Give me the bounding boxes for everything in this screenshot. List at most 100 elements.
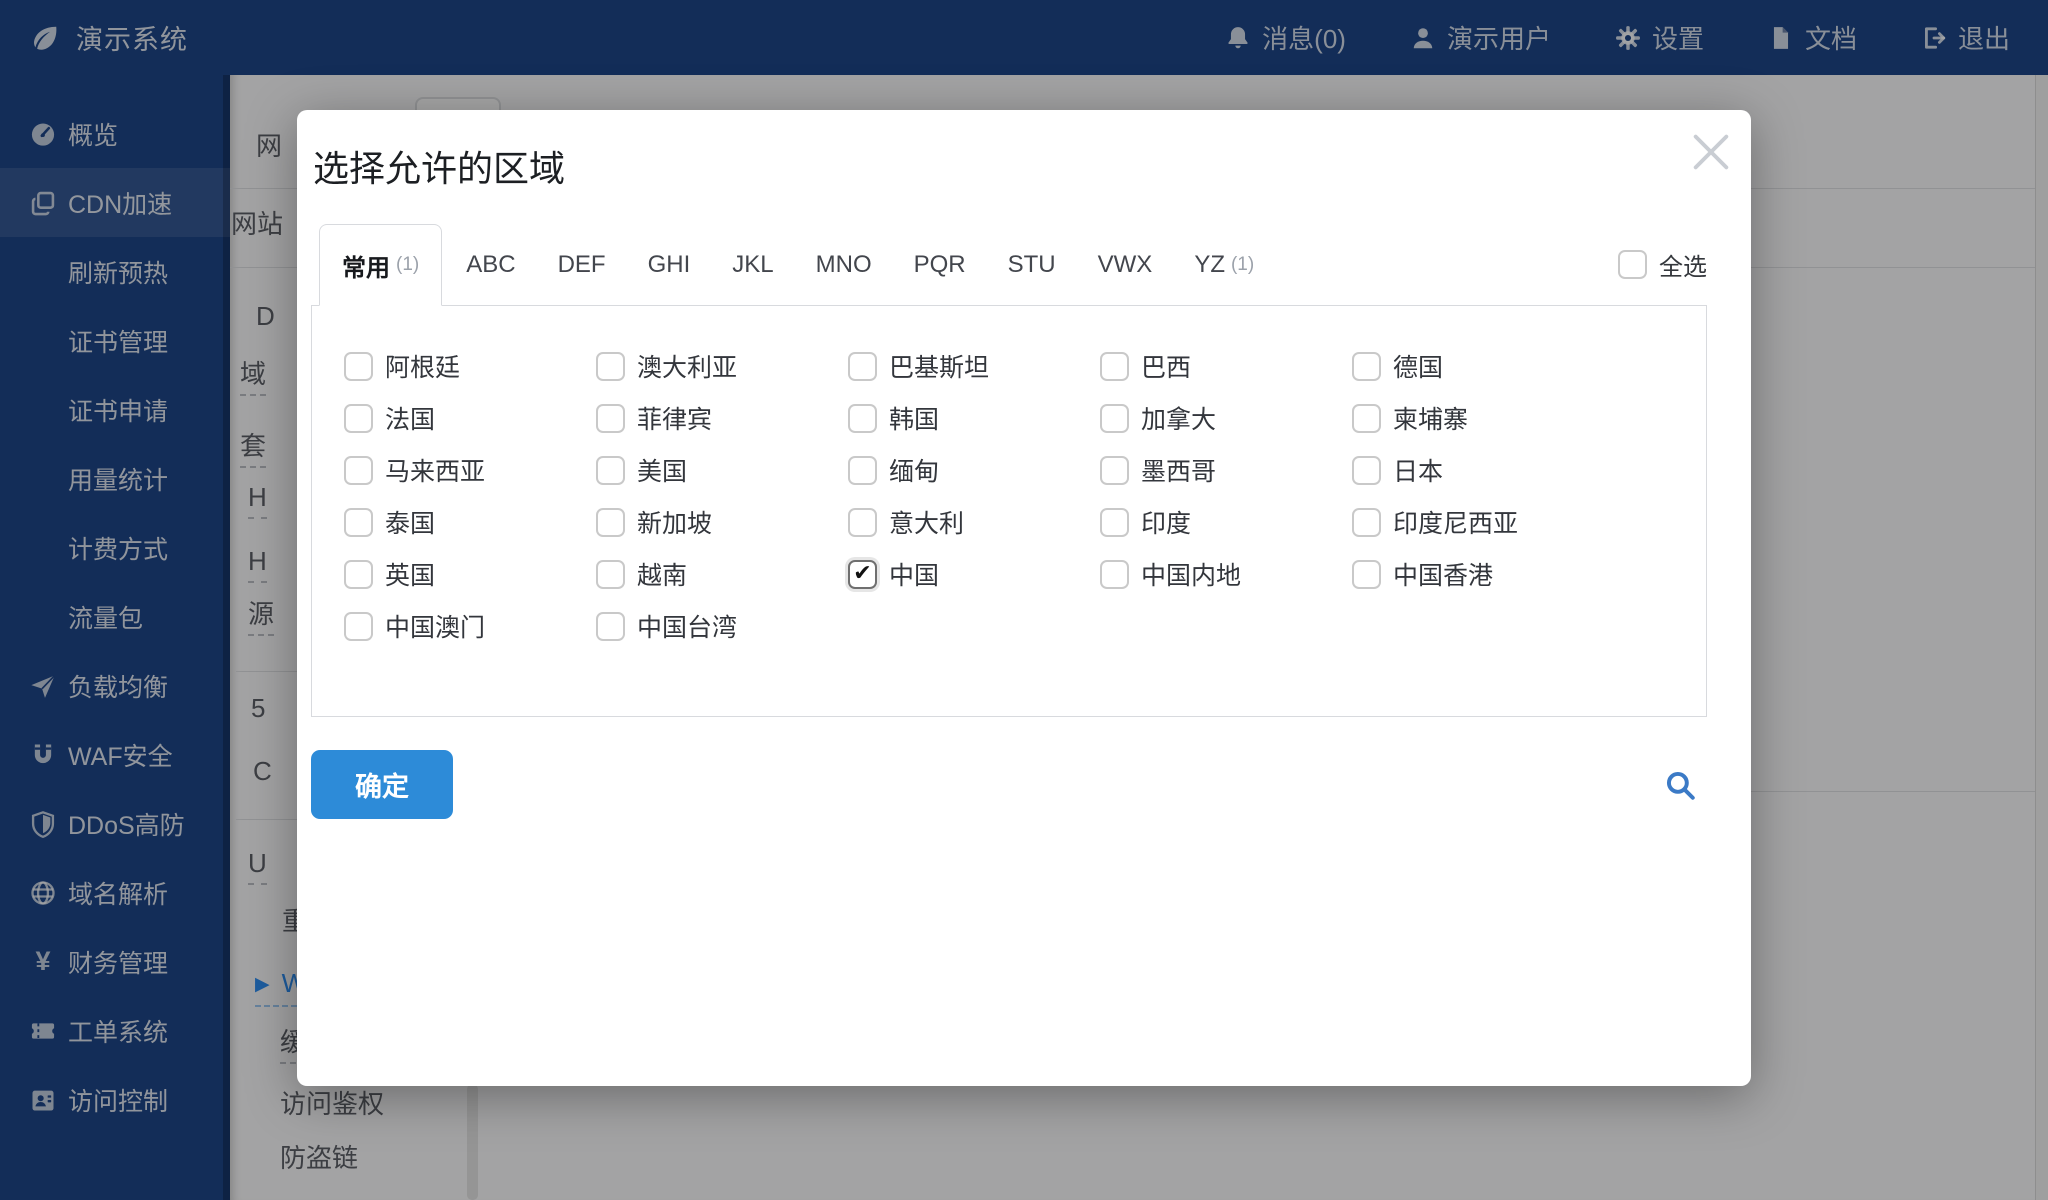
region-item-14[interactable]: ✔ 日本 xyxy=(1352,444,1604,496)
tab-label: YZ xyxy=(1194,250,1225,278)
region-checkbox[interactable]: ✔ xyxy=(344,455,373,485)
region-label: 马来西亚 xyxy=(385,458,486,486)
region-label: 中国香港 xyxy=(1393,562,1494,590)
region-label: 阿根廷 xyxy=(385,354,461,382)
region-checkbox[interactable]: ✔ xyxy=(1352,455,1381,485)
region-checkbox[interactable]: ✔ xyxy=(1352,351,1381,381)
region-checkbox[interactable]: ✔ xyxy=(596,351,625,381)
region-item-26[interactable]: ✔ 中国台湾 xyxy=(596,600,848,652)
region-item-16[interactable]: ✔ 新加坡 xyxy=(596,496,848,548)
region-label: 德国 xyxy=(1393,354,1444,382)
region-item-23[interactable]: ✔ 中国内地 xyxy=(1100,548,1352,600)
tab-常用[interactable]: 常用 (1) xyxy=(319,224,443,306)
region-label: 加拿大 xyxy=(1141,406,1217,434)
region-item-1[interactable]: ✔ 澳大利亚 xyxy=(596,340,848,392)
tab-label: MNO xyxy=(815,250,872,278)
region-checkbox[interactable]: ✔ xyxy=(848,403,877,433)
tab-DEF[interactable]: DEF xyxy=(558,224,606,305)
region-item-4[interactable]: ✔ 德国 xyxy=(1352,340,1604,392)
region-checkbox[interactable]: ✔ xyxy=(596,403,625,433)
region-item-8[interactable]: ✔ 加拿大 xyxy=(1100,392,1352,444)
tab-MNO[interactable]: MNO xyxy=(816,224,872,305)
region-label: 柬埔寨 xyxy=(1393,406,1469,434)
region-label: 意大利 xyxy=(889,510,965,538)
tab-YZ[interactable]: YZ (1) xyxy=(1194,224,1254,305)
region-checkbox[interactable]: ✔ xyxy=(1100,455,1129,485)
region-item-15[interactable]: ✔ 泰国 xyxy=(344,496,596,548)
region-item-6[interactable]: ✔ 菲律宾 xyxy=(596,392,848,444)
region-label: 英国 xyxy=(385,562,436,590)
tab-PQR[interactable]: PQR xyxy=(914,224,966,305)
region-checkbox[interactable]: ✔ xyxy=(1100,403,1129,433)
region-item-9[interactable]: ✔ 柬埔寨 xyxy=(1352,392,1604,444)
region-item-17[interactable]: ✔ 意大利 xyxy=(848,496,1100,548)
region-checkbox[interactable]: ✔ xyxy=(596,559,625,589)
region-label: 菲律宾 xyxy=(637,406,713,434)
region-select-modal: 选择允许的区域 常用 (1) ABC DEF GHI JKL MNO PQR STU VWX YZ(… xyxy=(297,110,1751,1086)
tab-STU[interactable]: STU xyxy=(1008,224,1056,305)
region-label: 泰国 xyxy=(385,510,436,538)
region-checkbox[interactable]: ✔ xyxy=(1352,403,1381,433)
region-checkbox[interactable]: ✔ xyxy=(1352,559,1381,589)
tab-label: ABC xyxy=(466,250,516,278)
select-all-checkbox[interactable] xyxy=(1618,250,1647,279)
region-item-2[interactable]: ✔ 巴基斯坦 xyxy=(848,340,1100,392)
region-label: 法国 xyxy=(385,406,436,434)
tab-VWX[interactable]: VWX xyxy=(1098,224,1153,305)
region-item-10[interactable]: ✔ 马来西亚 xyxy=(344,444,596,496)
tab-JKL[interactable]: JKL xyxy=(732,224,773,305)
region-checkbox[interactable]: ✔ xyxy=(344,559,373,589)
region-checkbox[interactable]: ✔ xyxy=(848,559,877,589)
region-label: 新加坡 xyxy=(637,510,713,538)
close-button[interactable] xyxy=(1687,130,1735,178)
region-checkbox[interactable]: ✔ xyxy=(848,351,877,381)
region-checkbox[interactable]: ✔ xyxy=(344,507,373,537)
region-item-7[interactable]: ✔ 韩国 xyxy=(848,392,1100,444)
region-label: 巴基斯坦 xyxy=(889,354,990,382)
region-checkbox[interactable]: ✔ xyxy=(596,455,625,485)
region-item-19[interactable]: ✔ 印度尼西亚 xyxy=(1352,496,1604,548)
region-label: 韩国 xyxy=(889,406,940,434)
region-label: 巴西 xyxy=(1141,354,1192,382)
region-checkbox[interactable]: ✔ xyxy=(1100,559,1129,589)
region-item-25[interactable]: ✔ 中国澳门 xyxy=(344,600,596,652)
region-item-11[interactable]: ✔ 美国 xyxy=(596,444,848,496)
tab-ABC[interactable]: ABC xyxy=(466,224,515,305)
region-checkbox[interactable]: ✔ xyxy=(344,403,373,433)
region-checkbox[interactable]: ✔ xyxy=(848,455,877,485)
search-button[interactable] xyxy=(1663,768,1697,802)
region-checkbox[interactable]: ✔ xyxy=(1100,507,1129,537)
region-item-12[interactable]: ✔ 缅甸 xyxy=(848,444,1100,496)
region-grid: ✔ 阿根廷 ✔ 澳大利亚 ✔ 巴基斯坦 ✔ 巴西 ✔ 德国 ✔ 法国 ✔ 菲律宾 ✔ 韩国 ✔ 加拿大 ✔ 柬埔寨 ✔ 马… xyxy=(312,306,1706,652)
region-label: 日本 xyxy=(1393,458,1444,486)
region-label: 中国澳门 xyxy=(385,614,486,642)
region-item-3[interactable]: ✔ 巴西 xyxy=(1100,340,1352,392)
region-item-20[interactable]: ✔ 英国 xyxy=(344,548,596,600)
region-checkbox[interactable]: ✔ xyxy=(848,507,877,537)
region-label: 墨西哥 xyxy=(1141,458,1217,486)
region-checkbox[interactable]: ✔ xyxy=(1100,351,1129,381)
region-checkbox[interactable]: ✔ xyxy=(1352,507,1381,537)
region-item-21[interactable]: ✔ 越南 xyxy=(596,548,848,600)
region-label: 美国 xyxy=(637,458,688,486)
region-item-24[interactable]: ✔ 中国香港 xyxy=(1352,548,1604,600)
tab-label: 常用 xyxy=(342,254,390,282)
region-item-13[interactable]: ✔ 墨西哥 xyxy=(1100,444,1352,496)
region-checkbox[interactable]: ✔ xyxy=(344,351,373,381)
region-item-22[interactable]: ✔ 中国 xyxy=(848,548,1100,600)
region-checkbox[interactable]: ✔ xyxy=(596,611,625,641)
region-item-18[interactable]: ✔ 印度 xyxy=(1100,496,1352,548)
select-all-label: 全选 xyxy=(1659,254,1707,281)
region-label: 澳大利亚 xyxy=(637,354,738,382)
region-item-5[interactable]: ✔ 法国 xyxy=(344,392,596,444)
select-all-control[interactable]: 全选 xyxy=(1618,224,1707,305)
region-checkbox[interactable]: ✔ xyxy=(344,611,373,641)
tab-label: VWX xyxy=(1097,250,1153,278)
region-item-0[interactable]: ✔ 阿根廷 xyxy=(344,340,596,392)
tab-label: PQR xyxy=(913,250,966,278)
confirm-button[interactable]: 确定 xyxy=(311,750,453,819)
region-checkbox[interactable]: ✔ xyxy=(596,507,625,537)
region-label: 中国内地 xyxy=(1141,562,1242,590)
tab-GHI[interactable]: GHI xyxy=(648,224,691,305)
modal-footer: 确定 xyxy=(311,750,1707,819)
